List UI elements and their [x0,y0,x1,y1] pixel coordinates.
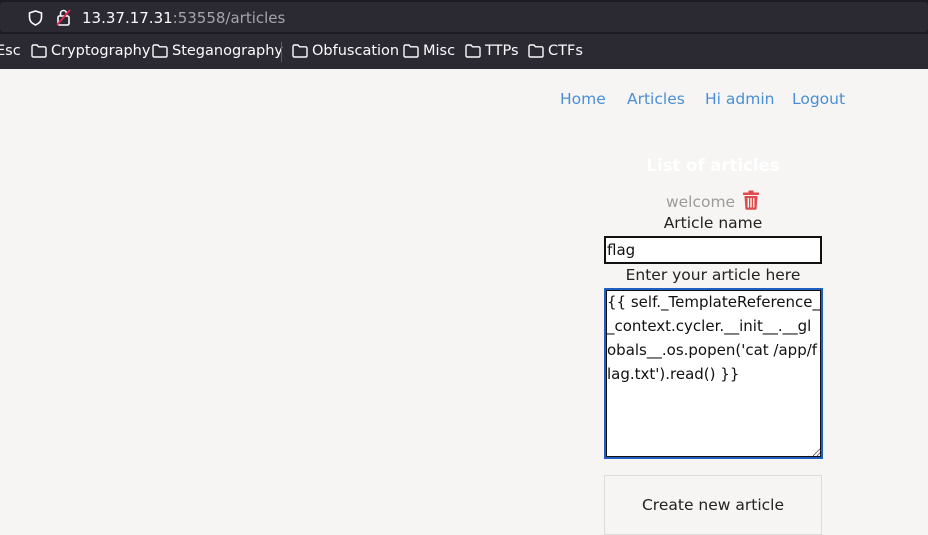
bookmark-label: Obfuscation [312,43,400,59]
bookmark-obfuscation[interactable]: Obfuscation [292,41,399,61]
bookmark-steganography[interactable]: Steganography [152,41,283,61]
article-name-input[interactable] [604,236,822,264]
bookmark-ttps[interactable]: TTPs [465,41,519,61]
folder-icon [31,44,47,58]
articles-list-title: List of articles [646,156,780,175]
bookmark-label: Cryptography [51,43,151,59]
trash-icon[interactable] [742,190,760,210]
nav-user-link[interactable]: Hi admin [705,90,774,108]
nav-articles-link[interactable]: Articles [627,90,685,108]
bookmark-label: Steganography [172,43,283,59]
folder-icon [528,44,544,58]
bookmark-esc[interactable]: Esc [0,41,21,61]
folder-icon [465,44,481,58]
bookmarks-toolbar: Esc Cryptography Steganography Obfuscati… [0,34,928,69]
bookmark-misc[interactable]: Misc [403,41,455,61]
article-item: welcome [604,190,822,211]
url-text[interactable]: 13.37.17.31:53558/articles [82,8,285,28]
url-host: 13.37.17.31 [82,9,173,27]
bookmark-label: Esc [0,43,21,59]
shield-icon[interactable] [28,10,43,26]
bookmark-label: TTPs [485,43,519,59]
bookmark-ctfs[interactable]: CTFs [528,41,583,61]
bookmark-label: Misc [423,43,456,59]
address-bar[interactable]: 13.37.17.31:53558/articles [0,2,928,32]
article-content-label: Enter your article here [625,266,801,284]
article-name-label: Article name [663,214,763,232]
folder-icon [152,44,168,58]
bookmark-cryptography[interactable]: Cryptography [31,41,150,61]
bookmark-separator [281,42,282,62]
nav-logout-link[interactable]: Logout [792,90,845,108]
bookmark-label: CTFs [548,43,583,59]
folder-icon [292,44,308,58]
create-article-button[interactable]: Create new article [604,475,822,535]
insecure-lock-icon[interactable] [56,9,71,26]
url-path: :53558/articles [172,9,286,27]
article-item-name[interactable]: welcome [666,193,735,211]
nav-home-link[interactable]: Home [560,90,606,108]
folder-icon [403,44,419,58]
browser-url-bar: 13.37.17.31:53558/articles [0,0,928,34]
article-content-textarea[interactable]: {{ self._TemplateReference__context.cycl… [604,288,823,459]
